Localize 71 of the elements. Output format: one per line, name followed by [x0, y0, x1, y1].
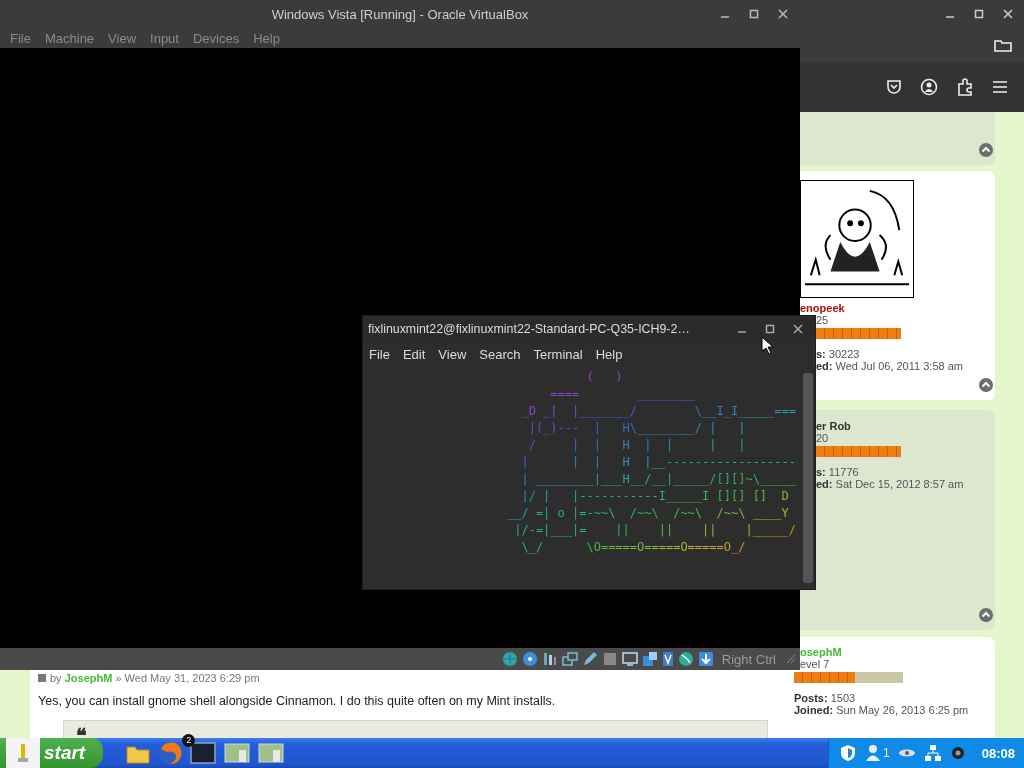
post-byline: by JosephM » Wed May 31, 2023 6:29 pm: [50, 672, 260, 684]
chevron-badge-icon[interactable]: [886, 79, 902, 95]
clock[interactable]: 08:08: [981, 745, 1015, 761]
menu-item[interactable]: File: [10, 30, 31, 46]
rank-title: evel 7: [800, 658, 830, 670]
window-title: Windows Vista [Running] - Oracle VirtualBox: [271, 6, 529, 22]
window-title: fixlinuxmint22@fixlinuxmint22-Standard-PC-Q35-ICH9-2…: [368, 321, 691, 336]
menu-item[interactable]: File: [369, 346, 390, 362]
post-count: s: 11776: [816, 466, 859, 478]
disc-icon[interactable]: [521, 651, 538, 667]
back-to-top-icon[interactable]: [979, 608, 993, 622]
menu-item[interactable]: Terminal: [533, 346, 583, 362]
menu-item[interactable]: View: [108, 30, 137, 46]
maximize-icon[interactable]: [765, 323, 775, 334]
username[interactable]: er Rob: [816, 420, 851, 432]
monitor-icon[interactable]: [621, 651, 638, 667]
window-app-icon[interactable]: [257, 740, 286, 766]
arrow-down-icon[interactable]: [697, 651, 714, 667]
close-icon[interactable]: [778, 9, 788, 19]
username[interactable]: enopeek: [800, 302, 845, 314]
app-tile-icon: [16, 742, 30, 764]
windows-icon[interactable]: [641, 651, 658, 667]
host-key-label: Right Ctrl: [721, 651, 776, 667]
scrollbar[interactable]: [803, 373, 813, 583]
terminal-icon[interactable]: [189, 740, 218, 766]
quote-block: ❝: [63, 720, 768, 738]
back-to-top-icon[interactable]: [979, 143, 993, 157]
menu-item[interactable]: Input: [150, 30, 179, 46]
rank-title: 25: [816, 314, 829, 326]
post-count: Posts: 1503: [794, 692, 856, 704]
close-icon[interactable]: [1003, 9, 1013, 19]
menu-item[interactable]: Search: [479, 346, 521, 362]
username[interactable]: osephM: [800, 646, 842, 658]
post-count: s: 30223: [816, 348, 860, 360]
rank-title: 20: [816, 432, 829, 444]
windows-icon[interactable]: [561, 651, 578, 667]
window-app-icon[interactable]: [223, 740, 252, 766]
menu-icon[interactable]: [992, 80, 1008, 94]
bars-icon[interactable]: [541, 651, 558, 667]
join-date: Joined: Sun May 26, 2013 6:25 pm: [794, 704, 969, 716]
speaker-icon[interactable]: [949, 745, 966, 761]
author-link[interactable]: JosephM: [64, 672, 113, 684]
start-button[interactable]: start: [0, 738, 104, 768]
post-icon: [38, 674, 46, 682]
maximize-icon[interactable]: [974, 9, 984, 19]
folder-icon[interactable]: [994, 38, 1012, 52]
eye-icon[interactable]: [897, 748, 916, 758]
mouse-pointer-icon: [761, 336, 773, 354]
join-date: ed: Wed Jul 06, 2011 3:58 am: [816, 360, 963, 372]
pen-icon[interactable]: [581, 651, 598, 667]
resize-grip-icon[interactable]: [786, 654, 796, 664]
close-icon[interactable]: [793, 323, 803, 334]
notification-count: 1: [883, 746, 890, 760]
maximize-icon[interactable]: [749, 9, 759, 19]
user-alert-icon[interactable]: [865, 744, 881, 762]
network-icon[interactable]: [923, 744, 942, 762]
account-icon[interactable]: [920, 78, 938, 96]
menu-item[interactable]: Devices: [192, 30, 240, 46]
globe-icon[interactable]: [677, 651, 694, 667]
shield-icon[interactable]: [839, 744, 857, 762]
menu-item[interactable]: View: [438, 346, 467, 362]
v-icon[interactable]: [661, 651, 674, 667]
menu-item[interactable]: Machine: [44, 30, 95, 46]
menu-item[interactable]: Help: [253, 30, 280, 46]
menu-item[interactable]: Edit: [402, 346, 426, 362]
menu-item[interactable]: Help: [595, 346, 623, 362]
puzzle-piece-icon[interactable]: [956, 78, 974, 96]
post-text: Yes, you can install gnome shell alongside Cinnamon. I do this quite often on my Mint installs.: [38, 694, 557, 708]
square-icon[interactable]: [601, 651, 618, 667]
back-to-top-icon[interactable]: [979, 378, 993, 392]
join-date: ed: Sat Dec 15, 2012 8:57 am: [816, 478, 964, 490]
